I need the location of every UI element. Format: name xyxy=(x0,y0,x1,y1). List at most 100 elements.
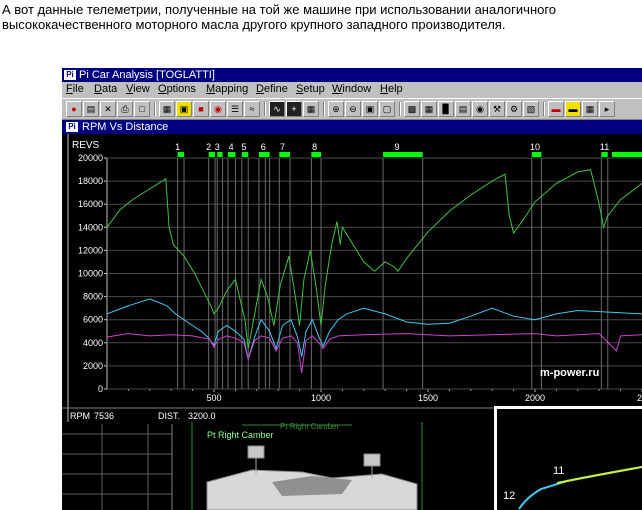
toolbar-separator xyxy=(543,102,545,116)
top-camber-label: Pt Right Camber xyxy=(280,422,340,431)
y-tick-label: 10000 xyxy=(78,269,103,279)
record-icon[interactable]: ◉ xyxy=(210,101,226,117)
rpm-value: 7536 xyxy=(94,411,114,421)
tools-icon[interactable]: ⚒ xyxy=(489,101,505,117)
settings-icon[interactable]: ⚙ xyxy=(506,101,522,117)
zoom-in-icon[interactable]: ⊕ xyxy=(328,101,344,117)
x-tick-label: 500 xyxy=(206,393,221,403)
dist-value: 3200.0 xyxy=(188,411,216,421)
grid-icon[interactable]: ▦ xyxy=(303,101,319,117)
y-axis-label: REVS xyxy=(72,140,100,151)
dist-label: DIST. xyxy=(158,411,180,421)
segment-label: 6 xyxy=(261,142,266,152)
segment-bar xyxy=(311,152,321,157)
toolbar: ● ▤ ✕ ⎙ □ ▦ ▣ ■ ◉ ☰ ≈ ∿ + ▦ ⊕ ⊖ ▣ ▢ ▩ ▦ … xyxy=(62,98,642,120)
traffic-light-icon[interactable]: ● xyxy=(66,101,82,117)
page-icon[interactable]: □ xyxy=(134,101,150,117)
y-tick-label: 16000 xyxy=(78,199,103,209)
app-window: Pi Pi Car Analysis [TOGLATTI] File Data … xyxy=(62,68,642,510)
menu-window[interactable]: Window xyxy=(332,82,371,97)
report-icon[interactable]: ▤ xyxy=(455,101,471,117)
y-tick-label: 2000 xyxy=(83,361,103,371)
folder-icon[interactable]: ▣ xyxy=(176,101,192,117)
x-tick-label: 1500 xyxy=(418,393,438,403)
segment-label: 2 xyxy=(206,142,211,152)
sheet-icon[interactable]: ▦ xyxy=(159,101,175,117)
zoom-all-icon[interactable]: ▢ xyxy=(379,101,395,117)
menu-define[interactable]: Define xyxy=(256,82,288,97)
y-tick-label: 4000 xyxy=(83,338,103,348)
menu-help[interactable]: Help xyxy=(380,82,403,97)
track-map-window[interactable]: 12 11 xyxy=(494,406,642,510)
stack-icon[interactable]: ☰ xyxy=(227,101,243,117)
right-camber-label: Pt Right Camber xyxy=(207,430,274,440)
y-tick-label: 20000 xyxy=(78,153,103,163)
menu-setup[interactable]: Setup xyxy=(296,82,325,97)
menu-mapping[interactable]: Mapping xyxy=(206,82,248,97)
segment-label: 9 xyxy=(394,142,399,152)
highlight-car-icon[interactable]: ▬ xyxy=(565,101,581,117)
segment-label: 4 xyxy=(229,142,234,152)
zoom-out-icon[interactable]: ⊖ xyxy=(345,101,361,117)
app-title: Pi Car Analysis [TOGLATTI] xyxy=(79,69,215,81)
segment-label: 3 xyxy=(215,142,220,152)
car-icon[interactable]: ▬ xyxy=(548,101,564,117)
segment-bar xyxy=(601,152,608,157)
app-logo-icon: Pi xyxy=(64,70,76,80)
app-title-bar[interactable]: Pi Pi Car Analysis [TOGLATTI] xyxy=(62,68,642,82)
rpm-chart-title-bar[interactable]: Pi RPM Vs Distance xyxy=(62,120,642,134)
track-map xyxy=(518,466,642,510)
segment-marker-11: 11 xyxy=(553,465,565,477)
segment-bar xyxy=(279,152,290,157)
intro-paragraph: А вот данные телеметрии, полученные на т… xyxy=(2,2,557,32)
segment-bar xyxy=(177,152,185,157)
screen-icon[interactable]: ▧ xyxy=(523,101,539,117)
segment-label: 8 xyxy=(312,142,317,152)
crosshair-icon[interactable]: + xyxy=(286,101,302,117)
x-tick-label: 2000 xyxy=(525,393,545,403)
segment-bar xyxy=(241,152,249,157)
y-tick-label: 6000 xyxy=(83,315,103,325)
zoom-window-icon[interactable]: ▣ xyxy=(362,101,378,117)
segment-label: 11 xyxy=(600,142,609,152)
segment-bar xyxy=(531,152,542,157)
x-tick-label: 25 xyxy=(637,393,642,403)
line-graph-icon[interactable]: ∿ xyxy=(269,101,285,117)
segment-marker-12: 12 xyxy=(503,490,516,502)
y-tick-label: 14000 xyxy=(78,222,103,232)
menu-view[interactable]: View xyxy=(126,82,150,97)
toolbar-separator xyxy=(399,102,401,116)
rpm-vs-distance-chart[interactable]: 1 2 3 4 5 6 7 8 9 10 11 0 2000 4000 6000 8000 10000 1200… xyxy=(62,134,642,422)
lower-panels: Pt Right Camber Pt Right Camber 12 11 xyxy=(62,406,642,510)
y-tick-label: 12000 xyxy=(78,245,103,255)
more-icon[interactable]: ▸ xyxy=(599,101,615,117)
segment-bar xyxy=(258,152,270,157)
stop-icon[interactable]: ■ xyxy=(193,101,209,117)
y-tick-label: 8000 xyxy=(83,292,103,302)
toolbar-separator xyxy=(264,102,266,116)
overlay-icon[interactable]: ▩ xyxy=(404,101,420,117)
close-file-icon[interactable]: ✕ xyxy=(100,101,116,117)
table-icon[interactable]: ▦ xyxy=(582,101,598,117)
watermark: m-power.ru xyxy=(540,367,599,379)
segment-label: 5 xyxy=(241,142,246,152)
calculator-icon[interactable]: ▦ xyxy=(421,101,437,117)
rpm-chart-window: Pi RPM Vs Distance 1 2 3 4 5 6 7 8 9 10 11 0 2000 40… xyxy=(62,120,642,422)
open-file-icon[interactable]: ▤ xyxy=(83,101,99,117)
menu-options[interactable]: Options xyxy=(158,82,196,97)
segment-bar xyxy=(227,152,236,157)
toolbar-separator xyxy=(154,102,156,116)
x-tick-label: 1000 xyxy=(311,393,331,403)
wave-icon[interactable]: ≈ xyxy=(244,101,260,117)
track-map-icon[interactable]: ◉ xyxy=(472,101,488,117)
histogram-icon[interactable]: ▉ xyxy=(438,101,454,117)
print-icon[interactable]: ⎙ xyxy=(117,101,133,117)
rpm-chart-title: RPM Vs Distance xyxy=(82,121,169,133)
child-logo-icon: Pi xyxy=(66,122,78,132)
menu-file[interactable]: File xyxy=(66,82,84,97)
segment-label: 1 xyxy=(175,142,180,152)
segment-bar xyxy=(612,152,642,157)
toolbar-separator xyxy=(323,102,325,116)
menu-bar: File Data View Options Mapping Define Se… xyxy=(62,82,642,97)
menu-data[interactable]: Data xyxy=(94,82,117,97)
